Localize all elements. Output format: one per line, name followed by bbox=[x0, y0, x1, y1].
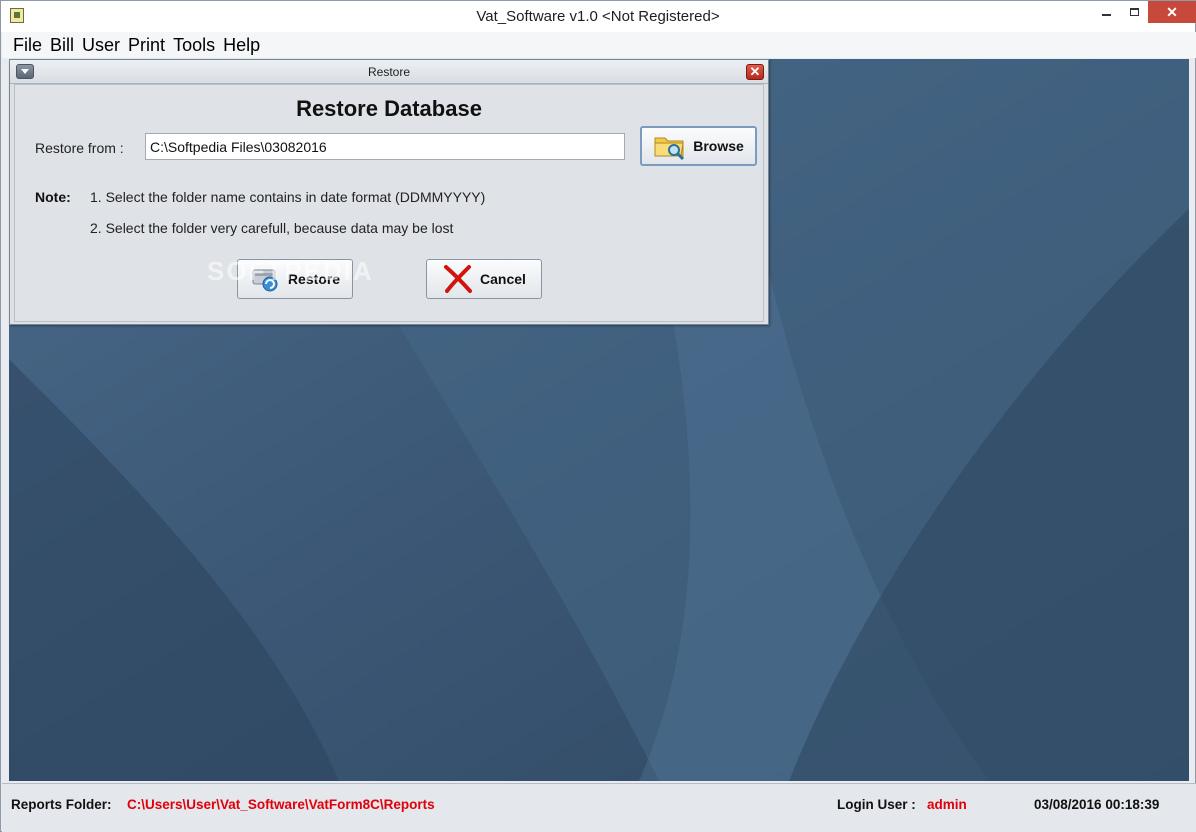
browse-button[interactable]: Browse bbox=[640, 126, 757, 166]
minimize-button[interactable] bbox=[1092, 1, 1120, 23]
window-title: Vat_Software v1.0 <Not Registered> bbox=[476, 8, 720, 25]
note-line-2: 2. Select the folder very carefull, beca… bbox=[90, 220, 454, 236]
dialog-title-bar[interactable]: Restore ✕ bbox=[10, 60, 768, 84]
red-x-icon bbox=[442, 264, 474, 294]
restore-button-label: Restore bbox=[287, 271, 341, 287]
note-label: Note: bbox=[35, 189, 71, 205]
dialog-title: Restore bbox=[367, 65, 411, 79]
status-bar: Reports Folder: C:\Users\User\Vat_Softwa… bbox=[2, 783, 1196, 832]
status-datetime: 03/08/2016 00:18:39 bbox=[1034, 797, 1160, 812]
menu-tools[interactable]: Tools bbox=[173, 35, 215, 56]
menu-bill[interactable]: Bill bbox=[50, 35, 74, 56]
menu-file[interactable]: File bbox=[13, 35, 42, 56]
title-bar[interactable]: Vat_Software v1.0 <Not Registered> ✕ bbox=[1, 1, 1196, 32]
dialog-close-button[interactable]: ✕ bbox=[746, 64, 764, 80]
close-icon: ✕ bbox=[1166, 3, 1178, 20]
menu-bar: File Bill User Print Tools Help bbox=[2, 32, 1196, 58]
menu-user[interactable]: User bbox=[82, 35, 120, 56]
app-window: Vat_Software v1.0 <Not Registered> ✕ Fil… bbox=[0, 0, 1196, 832]
maximize-icon bbox=[1129, 8, 1139, 16]
restore-dialog: Restore ✕ Restore Database Restore from … bbox=[9, 59, 769, 325]
restore-from-label: Restore from : bbox=[35, 140, 124, 156]
menu-print[interactable]: Print bbox=[128, 35, 165, 56]
restore-from-input[interactable] bbox=[145, 133, 625, 160]
reports-folder-label: Reports Folder: bbox=[11, 797, 112, 812]
reports-folder-path: C:\Users\User\Vat_Software\VatForm8C\Rep… bbox=[127, 797, 435, 812]
maximize-button[interactable] bbox=[1120, 1, 1148, 23]
folder-search-icon bbox=[653, 132, 687, 160]
restore-database-icon bbox=[250, 265, 282, 293]
dialog-close-icon: ✕ bbox=[749, 64, 761, 79]
browse-button-label: Browse bbox=[693, 138, 744, 154]
close-button[interactable]: ✕ bbox=[1148, 1, 1196, 23]
restore-button[interactable]: Restore bbox=[237, 259, 353, 299]
login-user-value: admin bbox=[927, 797, 967, 812]
minimize-icon bbox=[1101, 14, 1111, 16]
cancel-button[interactable]: Cancel bbox=[426, 259, 542, 299]
dialog-heading: Restore Database bbox=[296, 96, 482, 121]
login-user-label: Login User : bbox=[837, 797, 916, 812]
cancel-button-label: Cancel bbox=[480, 271, 526, 287]
dialog-body: Restore Database Restore from : Browse N… bbox=[14, 84, 764, 322]
note-line-1: 1. Select the folder name contains in da… bbox=[90, 189, 486, 205]
menu-help[interactable]: Help bbox=[223, 35, 260, 56]
